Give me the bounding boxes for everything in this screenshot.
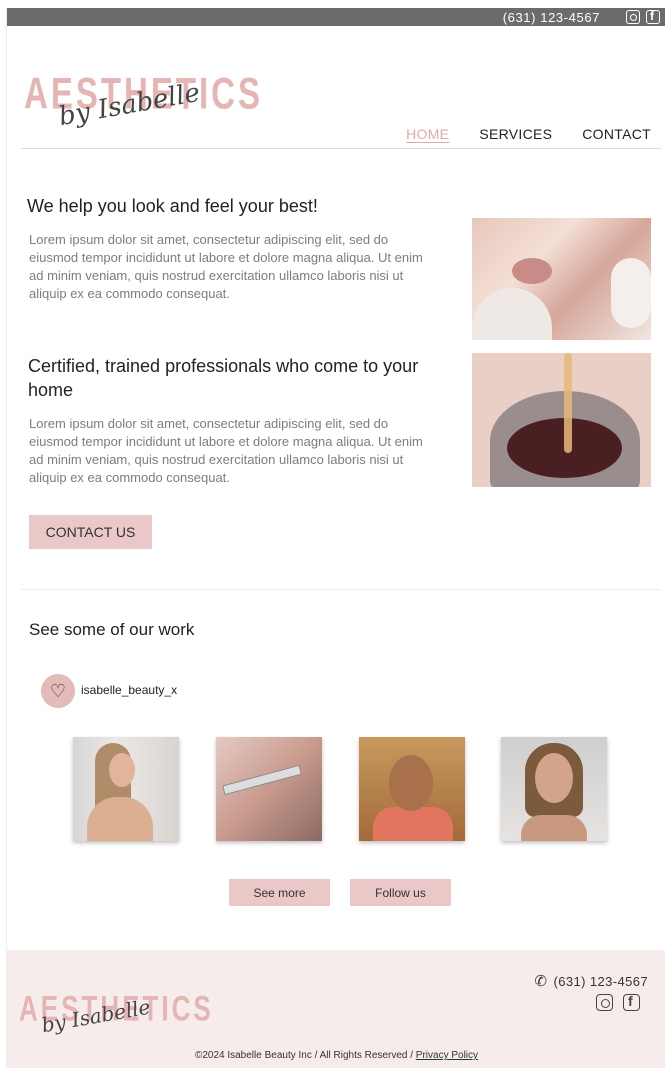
- footer-phone-number: (631) 123-4567: [553, 973, 648, 989]
- heart-icon: ♡: [49, 680, 67, 701]
- see-more-button[interactable]: See more: [229, 879, 330, 906]
- page: (631) 123-4567 AESTHETICS by Isabelle HO…: [6, 8, 665, 1068]
- photo-drip-shape: [564, 353, 572, 453]
- facebook-icon[interactable]: [623, 993, 640, 1011]
- hero-heading-2: Certified, trained professionals who com…: [28, 356, 419, 400]
- header-logo[interactable]: AESTHETICS by Isabelle: [24, 68, 263, 132]
- nav-item-contact[interactable]: CONTACT: [582, 126, 651, 142]
- photo-face-shape: [535, 753, 573, 803]
- gallery-image-4[interactable]: [501, 737, 607, 841]
- nav-item-home[interactable]: HOME: [406, 126, 449, 142]
- footer-social: [596, 993, 640, 1011]
- photo-face-shape: [389, 755, 433, 811]
- top-bar: (631) 123-4567: [7, 8, 665, 26]
- footer: AESTHETICS by Isabelle ✆ (631) 123-4567 …: [7, 950, 665, 1068]
- gallery-image-2[interactable]: [216, 737, 322, 841]
- instagram-handle[interactable]: isabelle_beauty_x: [81, 683, 177, 697]
- gallery-image-1[interactable]: [73, 737, 179, 841]
- follow-us-button[interactable]: Follow us: [350, 879, 451, 906]
- photo-body-shape: [521, 815, 587, 841]
- lip-injection-photo: [472, 218, 651, 340]
- copyright: ©2024 Isabelle Beauty Inc / All Rights R…: [7, 1050, 665, 1061]
- footer-logo[interactable]: AESTHETICS by Isabelle: [19, 988, 214, 1037]
- wax-pot-photo: [472, 353, 651, 487]
- photo-glove-shape: [611, 258, 651, 328]
- photo-shirt-shape: [373, 807, 453, 841]
- photo-body-shape: [87, 797, 153, 841]
- header-divider: [21, 148, 661, 149]
- section-divider: [21, 589, 661, 590]
- privacy-policy-link[interactable]: Privacy Policy: [416, 1050, 478, 1061]
- contact-us-button[interactable]: CONTACT US: [29, 515, 152, 549]
- phone-icon: ✆: [534, 973, 548, 990]
- instagram-icon[interactable]: [596, 994, 613, 1011]
- copyright-text: ©2024 Isabelle Beauty Inc / All Rights R…: [194, 1050, 416, 1061]
- avatar[interactable]: ♡: [41, 674, 75, 708]
- hero-heading-1: We help you look and feel your best!: [27, 196, 318, 216]
- gallery-image-3[interactable]: [359, 737, 465, 841]
- photo-lip-shape: [512, 258, 552, 284]
- facebook-icon[interactable]: [646, 9, 660, 24]
- photo-pen-shape: [222, 764, 302, 796]
- work-heading: See some of our work: [29, 620, 195, 639]
- instagram-icon[interactable]: [626, 10, 640, 24]
- hero-body-2: Lorem ipsum dolor sit amet, consectetur …: [29, 416, 423, 485]
- photo-face-shape: [109, 753, 135, 787]
- photo-glove-shape: [472, 288, 552, 340]
- hero-body-1: Lorem ipsum dolor sit amet, consectetur …: [29, 232, 423, 301]
- nav-item-services[interactable]: SERVICES: [479, 126, 552, 142]
- topbar-phone[interactable]: (631) 123-4567: [503, 10, 600, 25]
- main-nav: HOME SERVICES CONTACT: [406, 126, 651, 142]
- footer-phone[interactable]: ✆ (631) 123-4567: [535, 972, 648, 990]
